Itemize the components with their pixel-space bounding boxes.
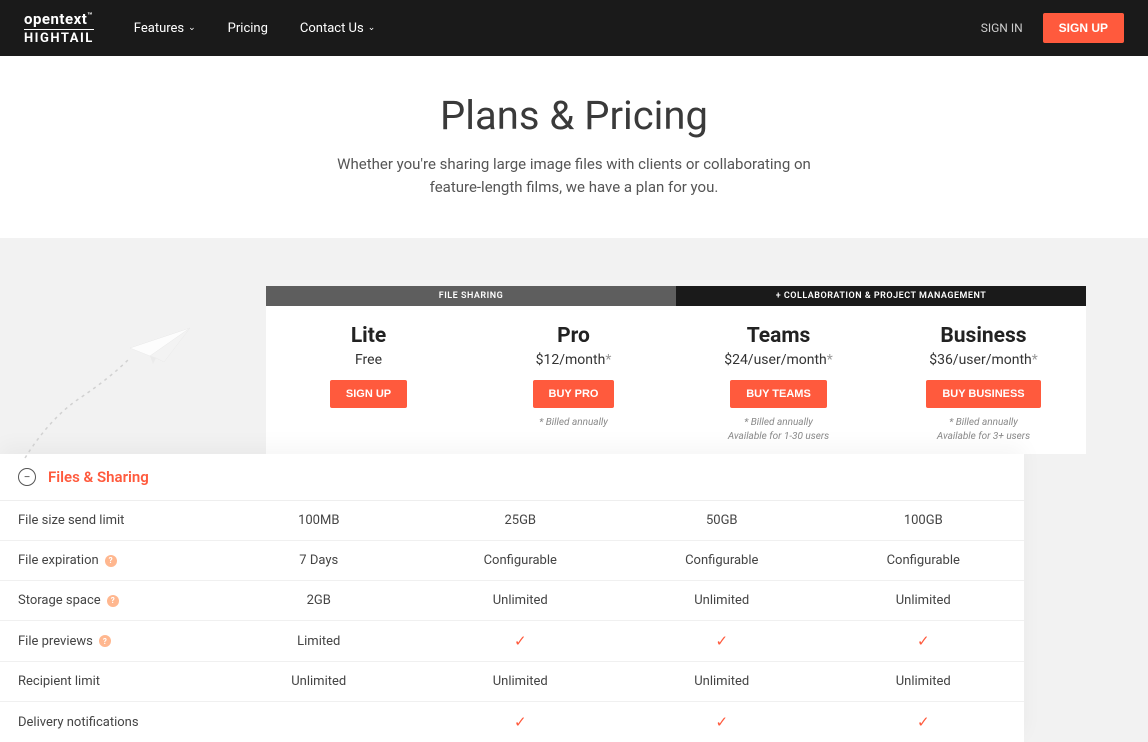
feature-value: 50GB bbox=[621, 502, 823, 539]
help-icon[interactable]: ? bbox=[99, 635, 111, 647]
feature-value: 2GB bbox=[218, 582, 420, 619]
feature-label: File expiration? bbox=[0, 542, 218, 579]
feature-row: File size send limit 100MB 25GB 50GB 100… bbox=[0, 501, 1024, 541]
logo-opentext: opentext™ bbox=[24, 12, 94, 27]
plan-price: $24/user/month* bbox=[686, 352, 871, 368]
paper-plane-icon bbox=[20, 288, 220, 468]
plan-note: Available for 3+ users bbox=[891, 430, 1076, 444]
plan-name: Lite bbox=[276, 324, 461, 348]
plan-cta-lite[interactable]: SIGN UP bbox=[330, 380, 407, 408]
feature-value: Unlimited bbox=[823, 582, 1025, 619]
plan-price: $36/user/month* bbox=[891, 352, 1076, 368]
signup-button[interactable]: SIGN UP bbox=[1043, 13, 1124, 43]
plan-note: * Billed annually bbox=[891, 416, 1076, 430]
category-collaboration: + COLLABORATION & PROJECT MANAGEMENT bbox=[676, 286, 1086, 306]
feature-value: 100GB bbox=[823, 502, 1025, 539]
plan-cta-pro[interactable]: BUY PRO bbox=[533, 380, 615, 408]
plan-pro: Pro $12/month* BUY PRO * Billed annually bbox=[471, 306, 676, 454]
plan-note: * Billed annually bbox=[481, 416, 666, 430]
logo[interactable]: opentext™ HIGHTAIL bbox=[24, 12, 94, 45]
feature-value: 25GB bbox=[420, 502, 622, 539]
feature-value: Unlimited bbox=[420, 582, 622, 619]
feature-row: Delivery notifications ✓ ✓ ✓ bbox=[0, 702, 1024, 742]
feature-value bbox=[218, 711, 420, 733]
check-icon: ✓ bbox=[420, 621, 622, 661]
feature-label: Storage space? bbox=[0, 582, 218, 619]
feature-label: Delivery notifications bbox=[0, 704, 218, 741]
feature-value: Limited bbox=[218, 623, 420, 660]
collapse-icon[interactable]: − bbox=[18, 468, 36, 486]
plan-name: Teams bbox=[686, 324, 871, 348]
check-icon: ✓ bbox=[621, 702, 823, 742]
chevron-down-icon: ⌄ bbox=[368, 23, 376, 33]
nav-contact[interactable]: Contact Us⌄ bbox=[300, 21, 375, 36]
feature-label: Recipient limit bbox=[0, 663, 218, 700]
feature-value: Unlimited bbox=[621, 663, 823, 700]
category-headers: FILE SHARING + COLLABORATION & PROJECT M… bbox=[266, 286, 1086, 306]
plan-cards: Lite Free SIGN UP Pro $12/month* BUY PRO… bbox=[266, 306, 1086, 454]
feature-label: File size send limit bbox=[0, 502, 218, 539]
feature-table: − Files & Sharing File size send limit 1… bbox=[0, 454, 1024, 742]
nav-features[interactable]: Features⌄ bbox=[134, 21, 196, 36]
check-icon: ✓ bbox=[823, 621, 1025, 661]
feature-value: Unlimited bbox=[218, 663, 420, 700]
plan-note: Available for 1-30 users bbox=[686, 430, 871, 444]
feature-value: Configurable bbox=[823, 542, 1025, 579]
check-icon: ✓ bbox=[420, 702, 622, 742]
header-right: SIGN IN SIGN UP bbox=[981, 13, 1124, 43]
plan-teams: Teams $24/user/month* BUY TEAMS * Billed… bbox=[676, 306, 881, 454]
main-nav: Features⌄ Pricing Contact Us⌄ bbox=[134, 21, 375, 36]
chevron-down-icon: ⌄ bbox=[188, 23, 196, 33]
feature-row: Recipient limit Unlimited Unlimited Unli… bbox=[0, 662, 1024, 702]
feature-value: Configurable bbox=[420, 542, 622, 579]
pricing-section: FILE SHARING + COLLABORATION & PROJECT M… bbox=[0, 238, 1148, 742]
plan-name: Pro bbox=[481, 324, 666, 348]
section-title: Files & Sharing bbox=[48, 468, 149, 486]
plan-cta-business[interactable]: BUY BUSINESS bbox=[926, 380, 1040, 408]
plan-note: * Billed annually bbox=[686, 416, 871, 430]
feature-label: File previews? bbox=[0, 623, 218, 660]
feature-value: Configurable bbox=[621, 542, 823, 579]
plan-price: $12/month* bbox=[481, 352, 666, 368]
top-header: opentext™ HIGHTAIL Features⌄ Pricing Con… bbox=[0, 0, 1148, 56]
category-file-sharing: FILE SHARING bbox=[266, 286, 676, 306]
feature-row: Storage space? 2GB Unlimited Unlimited U… bbox=[0, 581, 1024, 621]
check-icon: ✓ bbox=[621, 621, 823, 661]
help-icon[interactable]: ? bbox=[105, 555, 117, 567]
feature-value: 7 Days bbox=[218, 542, 420, 579]
feature-value: Unlimited bbox=[621, 582, 823, 619]
feature-value: 100MB bbox=[218, 502, 420, 539]
hero: Plans & Pricing Whether you're sharing l… bbox=[0, 56, 1148, 238]
signin-link[interactable]: SIGN IN bbox=[981, 21, 1023, 35]
check-icon: ✓ bbox=[823, 702, 1025, 742]
plan-name: Business bbox=[891, 324, 1076, 348]
page-title: Plans & Pricing bbox=[20, 92, 1128, 139]
feature-value: Unlimited bbox=[420, 663, 622, 700]
plan-lite: Lite Free SIGN UP bbox=[266, 306, 471, 454]
plan-price: Free bbox=[276, 352, 461, 368]
plan-business: Business $36/user/month* BUY BUSINESS * … bbox=[881, 306, 1086, 454]
plan-cta-teams[interactable]: BUY TEAMS bbox=[730, 380, 827, 408]
page-subtitle: Whether you're sharing large image files… bbox=[314, 153, 834, 198]
help-icon[interactable]: ? bbox=[107, 595, 119, 607]
logo-hightail: HIGHTAIL bbox=[24, 29, 94, 45]
feature-value: Unlimited bbox=[823, 663, 1025, 700]
feature-row: File expiration? 7 Days Configurable Con… bbox=[0, 541, 1024, 581]
feature-row: File previews? Limited ✓ ✓ ✓ bbox=[0, 621, 1024, 662]
nav-pricing[interactable]: Pricing bbox=[228, 21, 268, 36]
